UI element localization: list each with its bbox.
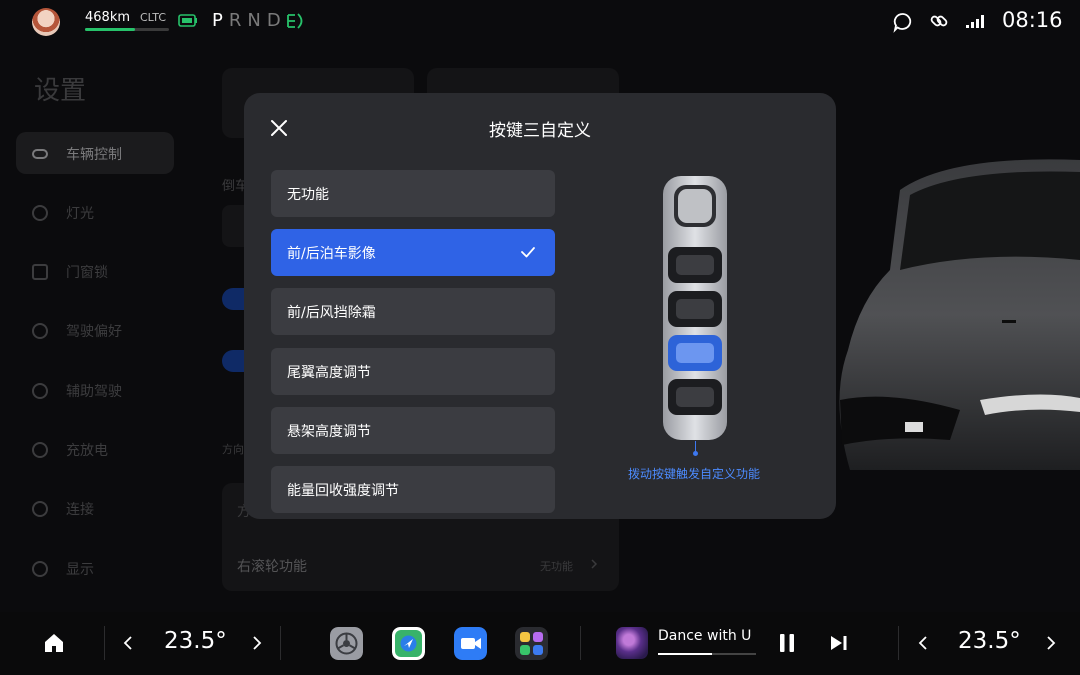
option-label: 悬架高度调节 <box>287 423 371 440</box>
navigation-app-icon[interactable] <box>392 627 425 660</box>
temp-left-up-icon[interactable] <box>250 634 264 652</box>
charge-icon <box>32 442 48 458</box>
home-icon[interactable] <box>43 632 65 654</box>
option-spoiler-height[interactable]: 尾翼高度调节 <box>271 348 555 395</box>
clock: 08:16 <box>1002 8 1063 32</box>
range-value: 468km <box>85 10 131 25</box>
link-icon[interactable] <box>929 11 949 31</box>
temp-right-up-icon[interactable] <box>1044 634 1058 652</box>
car-control-icon <box>32 149 48 159</box>
bg-label-direction: 方向 <box>222 443 244 456</box>
option-energy-recovery[interactable]: 能量回收强度调节 <box>271 466 555 513</box>
bg-toggle-2 <box>222 350 244 372</box>
next-track-icon[interactable] <box>829 634 849 652</box>
option-suspension-height[interactable]: 悬架高度调节 <box>271 407 555 454</box>
sidebar-item-vehicle-control[interactable]: 车辆控制 <box>32 142 182 166</box>
battery-icon <box>178 14 197 27</box>
temperature-right[interactable]: 23.5° <box>958 628 1021 654</box>
option-label: 无功能 <box>287 186 329 203</box>
right-wheel-label[interactable]: 右滚轮功能 <box>237 556 307 576</box>
sidebar-item-label: 充放电 <box>66 443 108 459</box>
dock-divider <box>580 626 581 660</box>
option-defrost[interactable]: 前/后风挡除霜 <box>271 288 555 335</box>
light-icon <box>32 205 48 221</box>
range-cycle-label: CLTC <box>140 11 167 24</box>
sidebar-item-label: 灯光 <box>66 206 94 222</box>
option-no-function[interactable]: 无功能 <box>271 170 555 217</box>
hint-pointer-dot <box>693 451 698 456</box>
door-lock-icon <box>32 264 48 280</box>
dialog-title: 按键三自定义 <box>489 121 591 141</box>
steering-wheel-icon <box>32 323 48 339</box>
option-label: 能量回收强度调节 <box>287 482 399 499</box>
assist-drive-icon <box>32 383 48 399</box>
range-bar-fill <box>85 28 136 31</box>
sidebar-item-door-lock[interactable]: 门窗锁 <box>32 260 182 284</box>
sidebar-item-label: 车辆控制 <box>66 147 122 163</box>
option-parking-camera[interactable]: 前/后泊车影像 <box>271 229 555 276</box>
bg-toggle-1 <box>222 288 244 310</box>
option-label: 前/后风挡除霜 <box>287 304 376 321</box>
customize-button-dialog: 按键三自定义 无功能 前/后泊车影像 前/后风挡除霜 尾翼高度调节 悬架高度调节… <box>244 93 836 519</box>
display-icon <box>32 561 48 577</box>
sidebar-item-label: 门窗锁 <box>66 265 108 281</box>
sidebar-item-lights[interactable]: 灯光 <box>32 201 182 225</box>
option-label: 前/后泊车影像 <box>287 245 376 262</box>
temperature-left[interactable]: 23.5° <box>164 628 227 654</box>
song-progress-bar[interactable] <box>658 653 756 655</box>
chevron-right-icon <box>591 559 598 569</box>
option-label: 尾翼高度调节 <box>287 364 371 381</box>
dock-divider <box>104 626 105 660</box>
steering-button-illustration <box>663 176 727 440</box>
range-bar <box>85 28 169 31</box>
message-icon[interactable] <box>892 11 914 33</box>
album-art[interactable] <box>616 627 648 659</box>
connect-icon <box>32 501 48 517</box>
right-wheel-value: 无功能 <box>540 560 573 573</box>
apps-grid-icon[interactable] <box>515 627 548 660</box>
sidebar-item-display[interactable]: 显示 <box>32 557 182 581</box>
sidebar-item-label: 连接 <box>66 502 94 518</box>
sidebar-item-connect[interactable]: 连接 <box>32 497 182 521</box>
user-avatar[interactable] <box>32 8 60 36</box>
video-call-app-icon[interactable] <box>454 627 487 660</box>
sidebar-item-assist-drive[interactable]: 辅助驾驶 <box>32 379 182 403</box>
temp-right-down-icon[interactable] <box>916 634 930 652</box>
temp-left-down-icon[interactable] <box>121 634 135 652</box>
bg-card-3 <box>222 205 244 247</box>
dock-divider <box>280 626 281 660</box>
sidebar-item-charging[interactable]: 充放电 <box>32 438 182 462</box>
hint-text: 拨动按键触发自定义功能 <box>627 467 760 481</box>
settings-app-icon[interactable] <box>330 627 363 660</box>
sidebar-item-label: 辅助驾驶 <box>66 384 122 400</box>
gear-indicator: PRND <box>212 10 287 31</box>
sidebar-item-label: 驾驶偏好 <box>66 324 122 340</box>
pause-icon[interactable] <box>778 633 796 653</box>
car-image <box>839 159 1080 470</box>
check-icon <box>521 247 535 258</box>
sidebar-item-label: 显示 <box>66 562 94 578</box>
song-progress-fill <box>658 653 712 655</box>
signal-icon <box>966 15 984 28</box>
dock-divider <box>898 626 899 660</box>
page-title: 设置 <box>34 76 87 106</box>
gear-selected: P <box>212 10 229 31</box>
sidebar-item-drive-pref[interactable]: 驾驶偏好 <box>32 319 182 343</box>
song-title[interactable]: Dance with U <box>658 628 751 644</box>
gear-others: RND <box>228 10 287 31</box>
eco-icon <box>287 13 303 29</box>
